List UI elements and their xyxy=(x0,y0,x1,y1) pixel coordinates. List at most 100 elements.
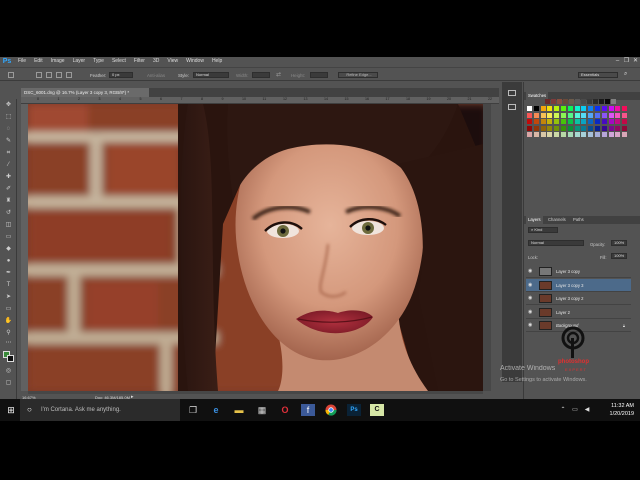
layer-row[interactable]: ◉ Layer 3 copy 2 xyxy=(526,292,631,306)
color-swatch[interactable] xyxy=(561,132,566,137)
start-icon[interactable]: ⊞ xyxy=(4,402,18,418)
search-icon[interactable]: ⌕ xyxy=(624,71,630,77)
color-swatch[interactable] xyxy=(545,99,550,104)
color-swatch[interactable] xyxy=(540,106,546,111)
eyedropper-tool-icon[interactable]: ⁄ xyxy=(4,161,13,170)
photoshop-taskbar-icon[interactable]: Ps xyxy=(347,404,361,416)
color-swatch[interactable] xyxy=(581,132,587,137)
volume-icon[interactable]: ◀ xyxy=(580,402,594,418)
color-swatch[interactable] xyxy=(581,99,586,104)
antialias-checkbox[interactable]: Anti-alias xyxy=(147,73,165,78)
color-swatch[interactable] xyxy=(561,106,566,111)
color-swatch[interactable] xyxy=(574,132,580,137)
color-swatch[interactable] xyxy=(595,132,600,137)
healing-brush-icon[interactable]: ✚ xyxy=(4,173,13,182)
tab-layers[interactable]: Layers xyxy=(526,216,543,224)
crop-tool-icon[interactable]: ⌗ xyxy=(4,149,13,158)
color-swatch[interactable] xyxy=(567,132,573,137)
color-swatch[interactable] xyxy=(527,119,532,124)
color-swatch[interactable] xyxy=(601,106,607,111)
more-tools-icon[interactable]: ⋯ xyxy=(4,339,13,348)
color-swatch[interactable] xyxy=(567,119,573,124)
width-input[interactable] xyxy=(252,72,270,78)
intersect-selection-icon[interactable] xyxy=(66,72,72,78)
color-swatch[interactable] xyxy=(622,125,628,131)
color-swatch[interactable] xyxy=(540,119,546,124)
vertical-scrollbar[interactable] xyxy=(483,104,491,391)
color-swatch[interactable] xyxy=(615,106,621,111)
visibility-eye-icon[interactable]: ◉ xyxy=(528,269,533,274)
color-swatch[interactable] xyxy=(574,125,580,131)
menu-help[interactable]: Help xyxy=(208,57,226,66)
dodge-tool-icon[interactable]: ● xyxy=(4,257,13,266)
color-swatch[interactable] xyxy=(554,132,560,137)
visibility-eye-icon[interactable]: ◉ xyxy=(528,282,533,288)
menu-3d[interactable]: 3D xyxy=(149,57,163,66)
color-swatch[interactable] xyxy=(527,112,532,118)
color-swatch[interactable] xyxy=(581,106,587,111)
color-swatch[interactable] xyxy=(608,106,614,111)
menu-image[interactable]: Image xyxy=(47,57,69,66)
chrome-icon[interactable] xyxy=(324,402,338,418)
color-swatch[interactable] xyxy=(622,112,628,118)
minimize-button[interactable]: – xyxy=(613,57,622,66)
workspace-select[interactable]: Essentials xyxy=(578,72,618,78)
properties-panel-icon[interactable] xyxy=(508,104,516,110)
color-swatch[interactable] xyxy=(608,132,614,137)
cortana-search-box[interactable]: ○ I'm Cortana. Ask me anything. xyxy=(20,399,180,421)
color-swatch[interactable] xyxy=(601,112,607,118)
document-canvas[interactable] xyxy=(28,104,483,391)
close-button[interactable]: ✕ xyxy=(631,57,640,66)
color-swatch[interactable] xyxy=(554,125,560,131)
menu-window[interactable]: Window xyxy=(182,57,208,66)
color-swatch[interactable] xyxy=(622,106,628,111)
color-swatch[interactable] xyxy=(622,132,628,137)
swap-icon[interactable]: ⇄ xyxy=(276,71,282,78)
menu-edit[interactable]: Edit xyxy=(30,57,47,66)
tab-paths[interactable]: Paths xyxy=(571,216,586,224)
color-swatch[interactable] xyxy=(574,119,580,124)
menu-file[interactable]: File xyxy=(14,57,30,66)
color-swatch[interactable] xyxy=(588,132,594,137)
color-swatch[interactable] xyxy=(561,119,566,124)
hand-tool-icon[interactable]: ✋ xyxy=(4,317,13,326)
color-swatch[interactable] xyxy=(595,112,600,118)
quick-mask-icon[interactable]: ◎ xyxy=(4,367,13,376)
color-swatch[interactable] xyxy=(547,125,553,131)
color-swatch[interactable] xyxy=(567,106,573,111)
color-swatch[interactable] xyxy=(608,112,614,118)
task-view-icon[interactable]: ❐ xyxy=(186,402,200,418)
screen-mode-icon[interactable]: ▢ xyxy=(4,379,13,388)
zoom-tool-icon[interactable]: ⚲ xyxy=(4,329,13,338)
style-select[interactable]: Normal xyxy=(193,72,229,78)
fill-input[interactable]: 100% xyxy=(611,253,627,259)
color-swatch[interactable] xyxy=(554,112,560,118)
layer-row[interactable]: ◉ Layer 2 xyxy=(526,306,631,319)
color-swatch[interactable] xyxy=(567,112,573,118)
menu-view[interactable]: View xyxy=(163,57,182,66)
color-swatch[interactable] xyxy=(581,125,587,131)
color-swatch[interactable] xyxy=(587,99,592,104)
history-brush-icon[interactable]: ↺ xyxy=(4,209,13,218)
color-swatch[interactable] xyxy=(581,119,587,124)
blur-tool-icon[interactable]: ◆ xyxy=(4,245,13,254)
color-swatch[interactable] xyxy=(533,125,539,131)
color-swatch[interactable] xyxy=(601,119,607,124)
edge-icon[interactable]: e xyxy=(209,402,223,418)
color-swatch[interactable] xyxy=(595,125,600,131)
color-swatch[interactable] xyxy=(575,99,580,104)
color-swatch[interactable] xyxy=(588,112,594,118)
color-swatch[interactable] xyxy=(561,125,566,131)
camtasia-icon[interactable]: C xyxy=(370,404,384,416)
color-swatch[interactable] xyxy=(527,106,532,111)
new-selection-icon[interactable] xyxy=(36,72,42,78)
color-swatch[interactable] xyxy=(599,99,604,104)
visibility-eye-icon[interactable]: ◉ xyxy=(528,309,533,315)
color-swatch[interactable] xyxy=(611,99,616,104)
system-clock[interactable]: 11:32 AM 1/20/2019 xyxy=(594,402,634,418)
blend-mode-select[interactable]: Normal xyxy=(528,240,584,246)
brush-tool-icon[interactable]: ✐ xyxy=(4,185,13,194)
color-swatch[interactable] xyxy=(567,125,573,131)
color-swatch[interactable] xyxy=(574,112,580,118)
color-swatch[interactable] xyxy=(588,119,594,124)
